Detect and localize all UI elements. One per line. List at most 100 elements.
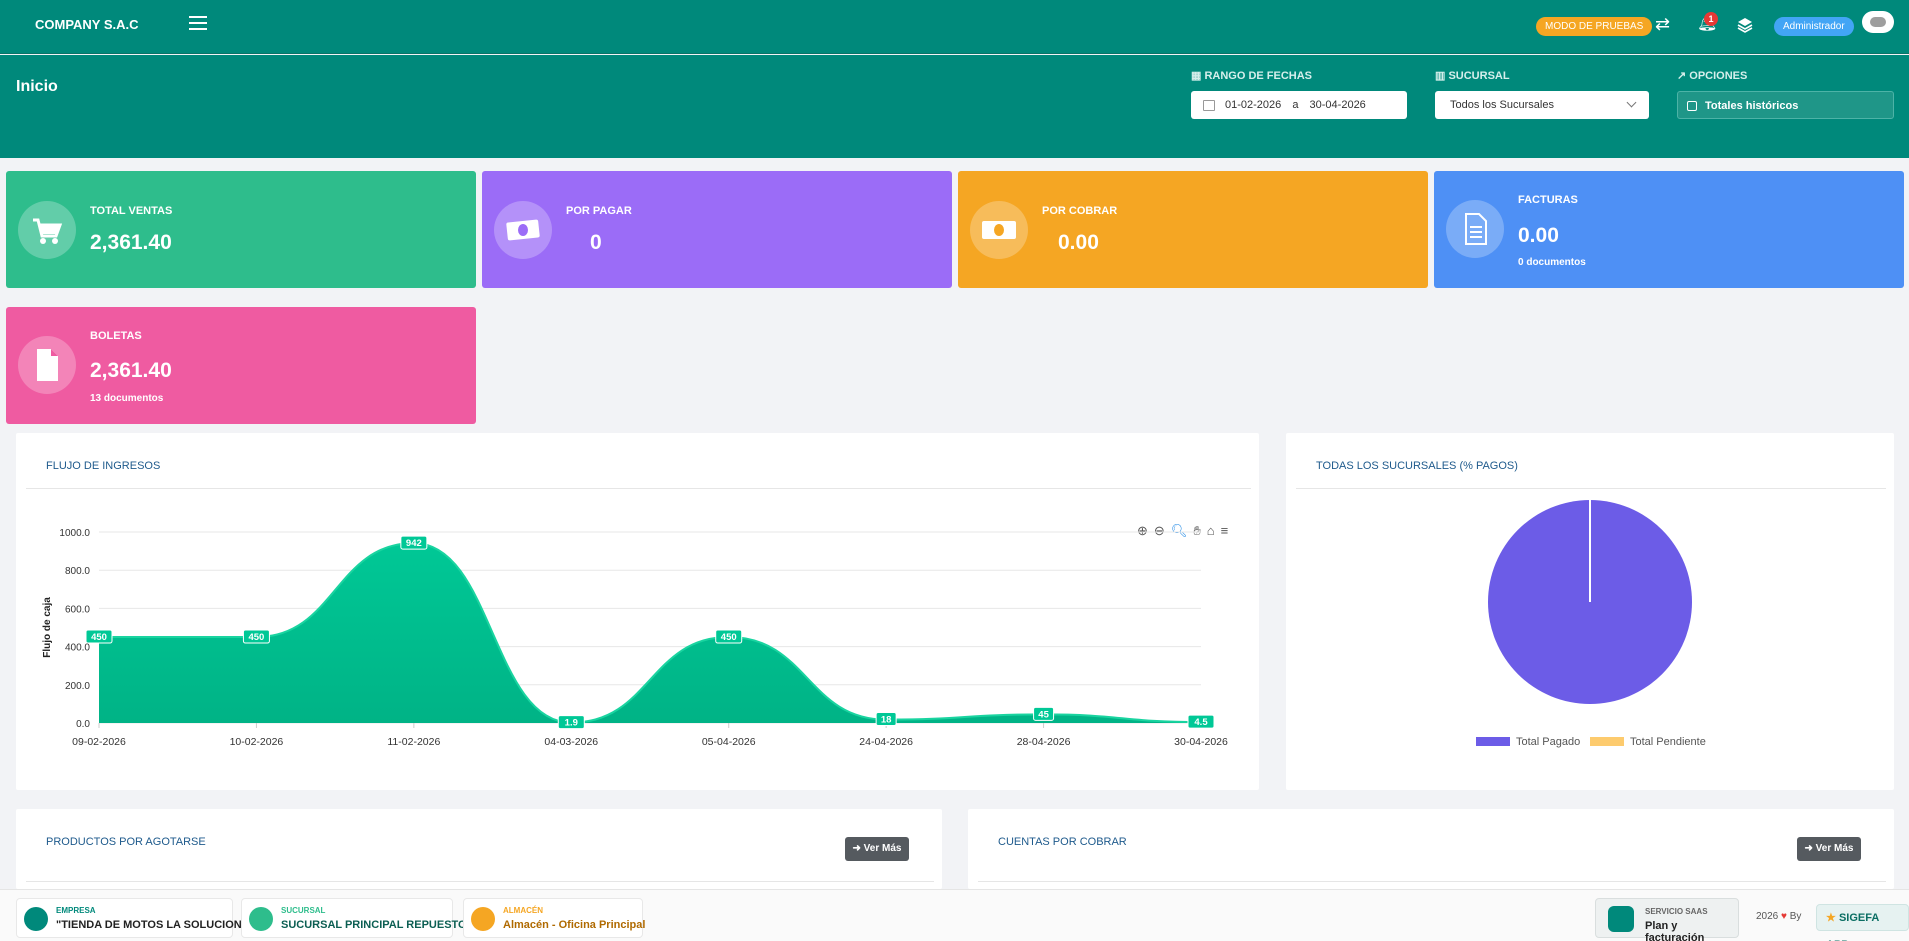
divider (1296, 488, 1886, 489)
footer-bar: EMPRESA "TIENDA DE MOTOS LA SOLUCION" SU… (0, 889, 1909, 941)
data-label: 450 (721, 632, 737, 643)
income-flow-chart: 0.0 200.0 400.0 600.0 800.0 1000.0 09-02-2026 1… (42, 528, 1228, 748)
branch-select-value: Todos los Sucursales (1450, 99, 1554, 111)
card-por-pagar[interactable]: POR PAGAR 0 (482, 171, 952, 288)
branches-pie-panel: TODAS LOS SUCURSALES (% PAGOS) Total Pag… (1286, 433, 1894, 790)
divider (26, 488, 1251, 489)
avatar[interactable] (1862, 11, 1894, 33)
data-label: 450 (91, 632, 107, 643)
card-title: FACTURAS (1518, 194, 1578, 206)
y-tick-label: 200.0 (65, 681, 90, 692)
calendar-icon: ▦ (1191, 70, 1205, 82)
options-label: ↗ OPCIONES (1677, 70, 1748, 82)
card-por-cobrar[interactable]: POR COBRAR 0.00 (958, 171, 1428, 288)
data-label: 4.5 (1194, 717, 1208, 728)
user-role-badge[interactable]: Administrador (1774, 17, 1854, 36)
panel-title: PRODUCTOS POR AGOTARSE (46, 836, 206, 848)
date-to: 30-04-2026 (1309, 99, 1366, 111)
card-facturas[interactable]: FACTURAS 0.00 0 documentos (1434, 171, 1904, 288)
x-tick-label: 30-04-2026 (1174, 736, 1228, 748)
ver-mas-button[interactable]: ➜ Ver Más (1797, 837, 1861, 861)
footer-copyright: 2026 ♥ By (1756, 911, 1802, 922)
legend-label: Total Pagado (1516, 736, 1580, 748)
sigefa-app-button[interactable]: ★ SIGEFA APP (1816, 904, 1909, 941)
store-icon (249, 907, 273, 931)
card-value: 0 (590, 231, 602, 254)
chevron-down-icon (1626, 97, 1637, 108)
x-tick-label: 10-02-2026 (230, 736, 284, 748)
x-tick-label: 24-04-2026 (859, 736, 913, 748)
footer-value: "TIENDA DE MOTOS LA SOLUCION" (56, 919, 247, 931)
income-flow-panel: FLUJO DE INGRESOS ⊕ ⊖ 🔍︎ ✋︎ ⌂ ≡ 0.0 200.0… (16, 433, 1259, 790)
test-mode-badge[interactable]: MODO DE PRUEBAS (1536, 17, 1653, 36)
layers-icon (1608, 906, 1634, 932)
chart-icon: ↗ (1677, 70, 1690, 82)
page-header: Inicio ▦ RANGO DE FECHAS 01-02-2026 a 30… (0, 55, 1909, 158)
file-icon (18, 336, 76, 394)
y-tick-label: 0.0 (76, 719, 90, 730)
y-tick-label: 1000.0 (59, 528, 90, 539)
legend-label: Total Pendiente (1630, 736, 1706, 748)
data-label: 450 (248, 632, 264, 643)
card-value: 2,361.40 (90, 359, 172, 382)
y-tick-label: 400.0 (65, 643, 90, 654)
date-range-label: ▦ RANGO DE FECHAS (1191, 70, 1313, 82)
y-tick-label: 800.0 (65, 566, 90, 577)
footer-company: EMPRESA "TIENDA DE MOTOS LA SOLUCION" (16, 898, 247, 938)
y-axis-label: Flujo de caja (42, 597, 53, 658)
saas-plan-button[interactable]: SERVICIO SAAS Plan y facturación (1595, 898, 1739, 941)
money-icon (970, 201, 1028, 259)
footer-value: SUCURSAL PRINCIPAL REPUESTOS (281, 919, 474, 931)
data-label: 1.9 (565, 718, 578, 729)
card-title: POR PAGAR (566, 205, 632, 217)
card-total-ventas[interactable]: TOTAL VENTAS 2,361.40 (6, 171, 476, 288)
footer-branch: SUCURSAL SUCURSAL PRINCIPAL REPUESTOS (241, 898, 474, 938)
historic-totals-checkbox[interactable]: Totales históricos (1677, 91, 1894, 119)
heart-icon: ♥ (1781, 911, 1787, 922)
y-tick-label: 600.0 (65, 604, 90, 615)
card-boletas[interactable]: BOLETAS 2,361.40 13 documentos (6, 307, 476, 424)
building-icon (24, 907, 48, 931)
card-subtitle: 13 documentos (90, 393, 164, 404)
legend-swatch (1476, 737, 1510, 746)
branches-pie-chart: Total Pagado Total Pendiente (1476, 500, 1706, 748)
ver-mas-button[interactable]: ➜ Ver Más (845, 837, 909, 861)
card-title: TOTAL VENTAS (90, 205, 173, 217)
top-navbar: COMPANY S.A.C MODO DE PRUEBAS ⇄ 🔔︎ 1 Adm… (0, 0, 1909, 54)
calendar-icon (1203, 100, 1215, 111)
divider (26, 881, 934, 882)
saas-label: SERVICIO SAAS (1645, 907, 1708, 916)
document-icon (1446, 200, 1504, 258)
panel-title: CUENTAS POR COBRAR (998, 836, 1127, 848)
money-icon (494, 201, 552, 259)
switch-arrows-icon[interactable]: ⇄ (1655, 14, 1670, 34)
legend-swatch (1590, 737, 1624, 746)
x-tick-label: 28-04-2026 (1017, 736, 1071, 748)
receivables-panel: CUENTAS POR COBRAR ➜ Ver Más (968, 809, 1894, 889)
x-tick-label: 05-04-2026 (702, 736, 756, 748)
panel-title: TODAS LOS SUCURSALES (% PAGOS) (1316, 460, 1518, 472)
footer-label: SUCURSAL (281, 906, 326, 915)
layers-icon[interactable] (1737, 17, 1753, 33)
branch-label: ▥ SUCURSAL (1435, 70, 1510, 82)
brand-name[interactable]: COMPANY S.A.C (35, 17, 139, 32)
date-separator: a (1292, 99, 1299, 111)
x-tick-label: 04-03-2026 (544, 736, 598, 748)
date-range-input[interactable]: 01-02-2026 a 30-04-2026 (1191, 91, 1407, 119)
footer-value: Almacén - Oficina Principal (503, 919, 646, 931)
footer-label: ALMACÉN (503, 906, 543, 915)
card-subtitle: 0 documentos (1518, 257, 1586, 268)
card-value: 0.00 (1518, 224, 1559, 247)
panel-title: FLUJO DE INGRESOS (46, 460, 161, 472)
branch-select[interactable]: Todos los Sucursales (1435, 91, 1649, 119)
warehouse-icon (471, 907, 495, 931)
saas-value: Plan y facturación (1645, 920, 1705, 941)
star-icon: ★ (1826, 912, 1836, 924)
divider (978, 881, 1886, 882)
card-value: 0.00 (1058, 231, 1099, 254)
card-title: BOLETAS (90, 330, 142, 342)
notification-count-badge: 1 (1704, 12, 1718, 26)
checkbox-icon[interactable] (1687, 101, 1697, 111)
menu-toggle-icon[interactable] (189, 16, 207, 32)
data-label: 942 (406, 538, 422, 549)
